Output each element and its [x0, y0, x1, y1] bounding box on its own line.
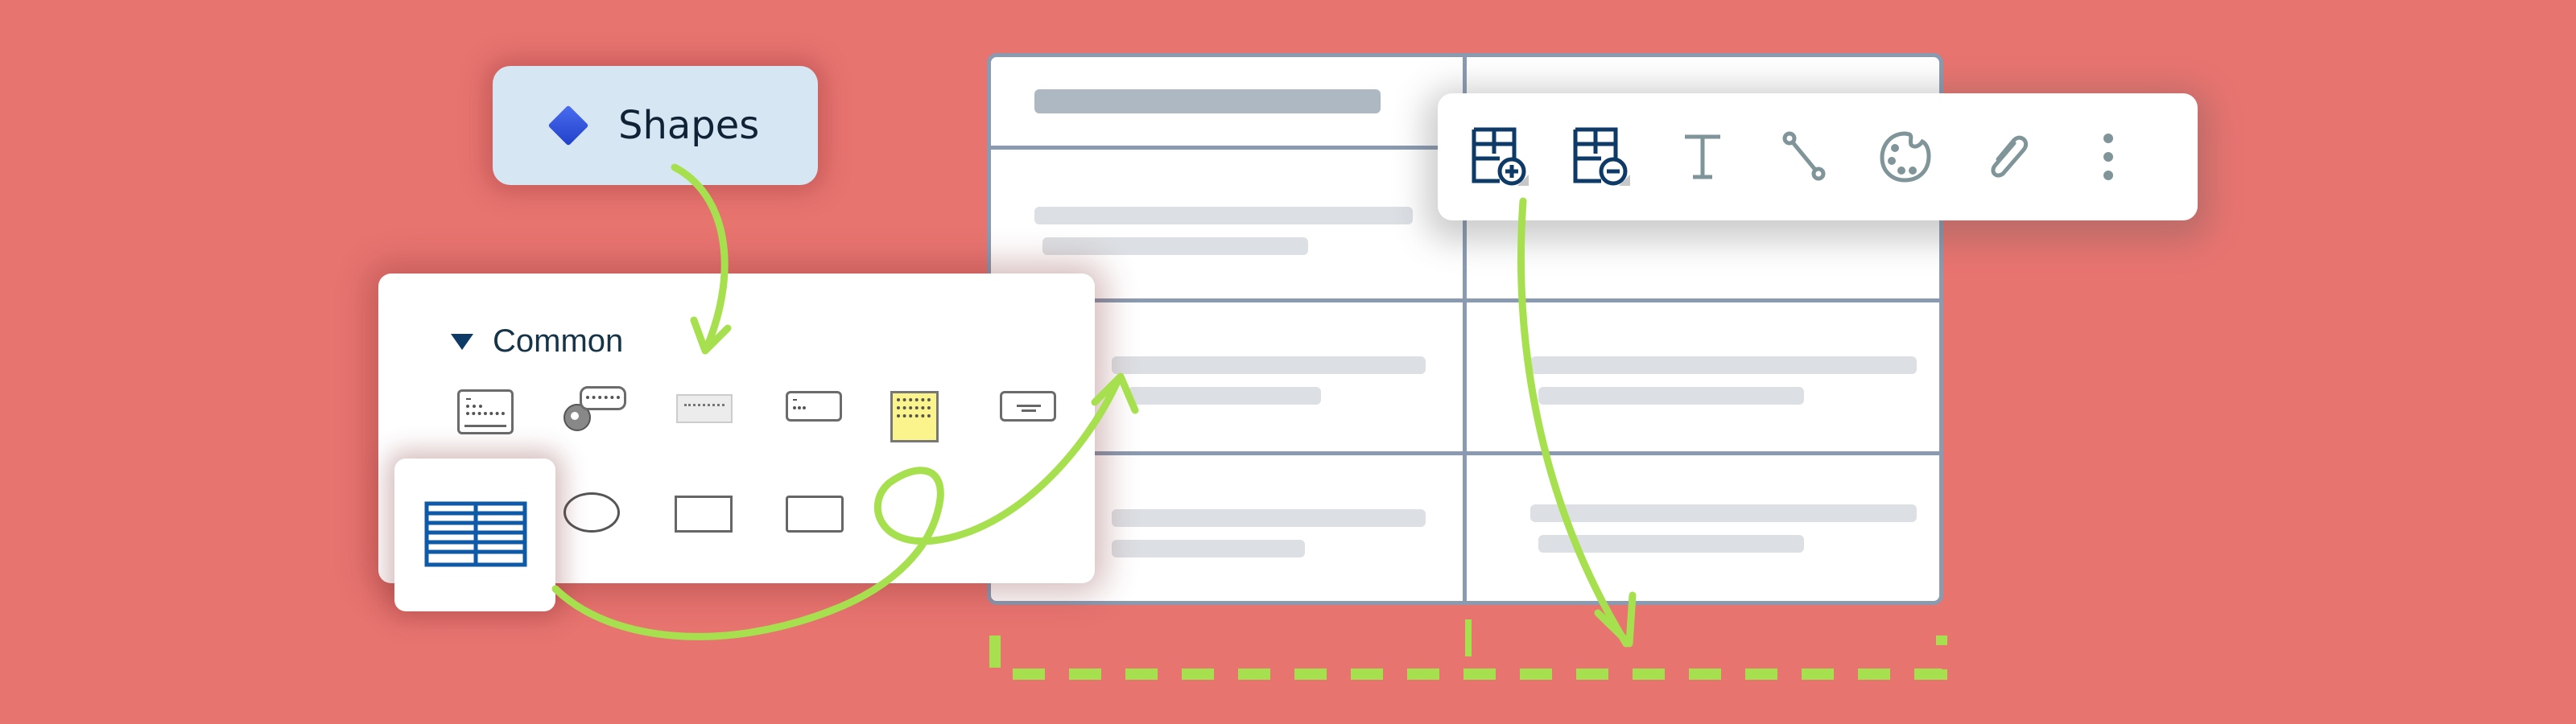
sticky-note-shape-icon[interactable] — [890, 391, 939, 442]
table-context-toolbar — [1438, 93, 2198, 220]
connector-button[interactable] — [1753, 117, 1855, 197]
table-row-divider — [991, 451, 1939, 455]
cell-placeholder — [1112, 540, 1305, 557]
diamond-icon — [547, 105, 589, 146]
new-row-dashed-bracket — [989, 636, 1947, 680]
table-shape-tile-selected[interactable] — [394, 459, 555, 611]
button-shape-icon[interactable] — [1000, 391, 1056, 422]
header-cell-placeholder — [1034, 89, 1381, 113]
more-options-button[interactable] — [2058, 117, 2159, 197]
collapse-triangle-icon — [451, 333, 473, 350]
more-vertical-icon — [2103, 134, 2113, 180]
section-label: Common — [493, 323, 624, 359]
connector-icon — [1782, 131, 1826, 181]
shapes-label: Shapes — [618, 103, 760, 148]
cell-placeholder — [1112, 509, 1426, 527]
cell-placeholder — [1128, 387, 1321, 405]
link-button[interactable] — [1956, 117, 2058, 197]
table-row-divider — [991, 298, 1939, 302]
section-header-common[interactable]: Common — [451, 323, 623, 360]
paperclip-link-icon — [1991, 135, 2029, 178]
table-remove-icon — [1573, 127, 1630, 186]
text-block-shape-icon[interactable] — [457, 389, 514, 434]
comment-callout-shape-icon[interactable] — [564, 386, 628, 434]
ellipse-shape-icon[interactable] — [564, 492, 620, 533]
text-icon — [1685, 134, 1720, 179]
add-row-column-button[interactable] — [1449, 117, 1550, 197]
cell-placeholder — [1042, 237, 1308, 255]
table-shape-icon — [424, 501, 527, 567]
remove-row-column-button[interactable] — [1550, 117, 1652, 197]
cell-placeholder — [1538, 535, 1804, 553]
text-button[interactable] — [1652, 117, 1753, 197]
shapes-library-button[interactable]: Shapes — [493, 66, 818, 185]
style-button[interactable] — [1855, 117, 1956, 197]
rectangle-shape-icon[interactable] — [675, 496, 733, 533]
cell-placeholder — [1530, 356, 1917, 374]
cell-placeholder — [1538, 387, 1804, 405]
text-note-shape-icon[interactable] — [786, 391, 842, 422]
table-add-icon — [1472, 127, 1529, 186]
cell-placeholder — [1112, 356, 1426, 374]
rounded-rectangle-shape-icon[interactable] — [786, 496, 844, 533]
cell-placeholder — [1530, 504, 1917, 522]
cell-placeholder — [1034, 207, 1413, 224]
palette-icon — [1880, 131, 1931, 183]
caption-note-shape-icon[interactable] — [676, 394, 733, 423]
